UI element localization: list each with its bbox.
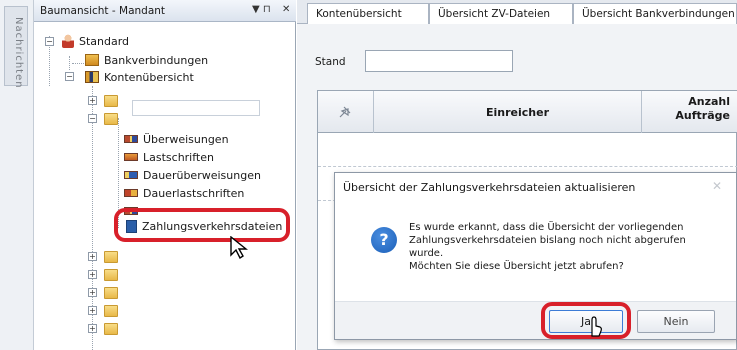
- expander-account-1[interactable]: +: [88, 96, 97, 105]
- dialog-message-line: wurde.: [409, 248, 444, 259]
- no-button[interactable]: Nein: [637, 310, 715, 333]
- column-label: Anzahl Aufträge: [675, 95, 730, 122]
- dialog-message: Es wurde erkannt, dass die Übersicht der…: [409, 221, 729, 273]
- tree-panel-title: Baumansicht - Mandant: [40, 5, 166, 17]
- pin-dropdown-icon[interactable]: ▼ ⊓: [252, 4, 271, 15]
- document-tabs: Kontenübersicht Übersicht ZV-Dateien Übe…: [297, 0, 737, 24]
- expander-folder[interactable]: +: [88, 252, 97, 261]
- tree-node-label: Standard: [79, 34, 130, 48]
- client-person-icon: [62, 34, 74, 48]
- mouse-cursor-icon: [230, 236, 248, 260]
- standing-order-icon: [124, 171, 138, 179]
- filter-pin-icon: [339, 106, 351, 118]
- tree-view: − Standard Bankverbindungen − Kontenüber…: [34, 22, 296, 350]
- tab-uebersicht-bankverbindungen[interactable]: Übersicht Bankverbindungen: [573, 3, 737, 24]
- folder-icon: [104, 269, 118, 281]
- tree-node-bankverbindungen[interactable]: Bankverbindungen: [85, 51, 208, 69]
- messages-side-tab-label: Nachrichten: [13, 17, 24, 89]
- folder-icon: [104, 305, 118, 317]
- tree-node-folder[interactable]: [104, 248, 123, 266]
- tree-node-ueberweisungen[interactable]: Überweisungen: [124, 130, 229, 148]
- table-row[interactable]: [318, 133, 737, 167]
- tree-node-label: Überweisungen: [143, 132, 229, 146]
- tree-node-zahlungsverkehrsdateien[interactable]: Zahlungsverkehrsdateien: [126, 217, 282, 235]
- dialog-footer: Ja Nein: [335, 301, 736, 339]
- stand-label: Stand: [315, 56, 346, 68]
- tree-node-label: Dauerlastschriften: [143, 186, 245, 200]
- question-icon: ?: [371, 227, 397, 253]
- column-label: Einreicher: [486, 106, 550, 119]
- tree-node-label: Lastschriften: [143, 150, 214, 164]
- hand-cursor-icon: [591, 316, 602, 337]
- confirm-dialog: Übersicht der Zahlungsverkehrsdateien ak…: [334, 172, 737, 340]
- tree-node-label: Zahlungsverkehrsdateien: [142, 219, 283, 233]
- grid-header-anzahl[interactable]: Anzahl Aufträge: [642, 91, 737, 133]
- redacted-account-name: [132, 100, 260, 116]
- expander-folder[interactable]: +: [88, 270, 97, 279]
- grid-header-icon-col[interactable]: [318, 91, 374, 133]
- close-icon[interactable]: ✕: [282, 4, 290, 15]
- grid-header-einreicher[interactable]: Einreicher: [374, 91, 642, 133]
- tree-node-dauerueberweisungen[interactable]: Dauerüberweisungen: [124, 166, 261, 184]
- grid-header: Einreicher Anzahl Aufträge: [318, 91, 737, 133]
- stand-field[interactable]: [365, 50, 513, 72]
- yes-button[interactable]: Ja: [549, 310, 623, 333]
- tree-node-standard[interactable]: Standard: [62, 32, 129, 50]
- dialog-close-icon[interactable]: ✕: [712, 179, 722, 193]
- tree-panel: Baumansicht - Mandant ▼ ⊓ ✕ − Standard B…: [34, 0, 296, 350]
- tree-node-account-1[interactable]: [104, 92, 123, 110]
- tree-panel-header: Baumansicht - Mandant ▼ ⊓ ✕: [34, 0, 296, 22]
- tab-uebersicht-zv-dateien[interactable]: Übersicht ZV-Dateien: [429, 3, 573, 24]
- tree-node-folder[interactable]: [104, 284, 123, 302]
- dialog-message-line: Es wurde erkannt, dass die Übersicht der…: [409, 222, 684, 233]
- tab-kontenuebersicht[interactable]: Kontenübersicht: [307, 3, 429, 24]
- accounts-icon: [85, 71, 99, 83]
- tree-node-label: Kontenübersicht: [104, 70, 194, 84]
- tree-node-kontenuebersicht[interactable]: Kontenübersicht: [85, 68, 194, 86]
- folder-icon: [104, 323, 118, 335]
- tree-node-label: Dauerüberweisungen: [143, 168, 261, 182]
- tree-connector: [72, 63, 86, 64]
- expander-folder[interactable]: +: [88, 288, 97, 297]
- transfer-icon: [124, 135, 138, 143]
- dialog-title: Übersicht der Zahlungsverkehrsdateien ak…: [343, 181, 636, 194]
- tree-node-folder[interactable]: [104, 266, 123, 284]
- tree-node-lastschriften[interactable]: Lastschriften: [124, 148, 214, 166]
- folder-icon: [104, 251, 118, 263]
- recurring-debit-icon: [124, 189, 138, 197]
- document-icon: [126, 219, 137, 233]
- direct-debit-icon: [124, 153, 138, 161]
- folder-icon: [104, 287, 118, 299]
- folder-icon: [104, 95, 118, 107]
- tree-node-folder[interactable]: [104, 302, 123, 320]
- side-strip: Nachrichten: [0, 0, 34, 350]
- bank-icon: [85, 54, 99, 66]
- expander-standard[interactable]: −: [45, 37, 54, 46]
- expander-folder[interactable]: +: [88, 306, 97, 315]
- folder-icon: [104, 113, 118, 125]
- tree-node-label: Bankverbindungen: [104, 53, 209, 67]
- tree-connector: [69, 56, 70, 70]
- tree-node-dauerlastschriften[interactable]: Dauerlastschriften: [124, 184, 244, 202]
- tree-node-folder[interactable]: [104, 320, 123, 338]
- messages-side-tab[interactable]: Nachrichten: [4, 6, 28, 89]
- tree-node-account-2[interactable]: [104, 110, 123, 128]
- expander-folder[interactable]: +: [88, 324, 97, 333]
- expander-account-2[interactable]: −: [88, 114, 97, 123]
- dialog-message-line: Möchten Sie diese Übersicht jetzt abrufe…: [409, 261, 624, 272]
- expander-kontenuebersicht[interactable]: −: [65, 72, 74, 81]
- dialog-message-line: Zahlungsverkehrsdateien bislang noch nic…: [409, 235, 686, 246]
